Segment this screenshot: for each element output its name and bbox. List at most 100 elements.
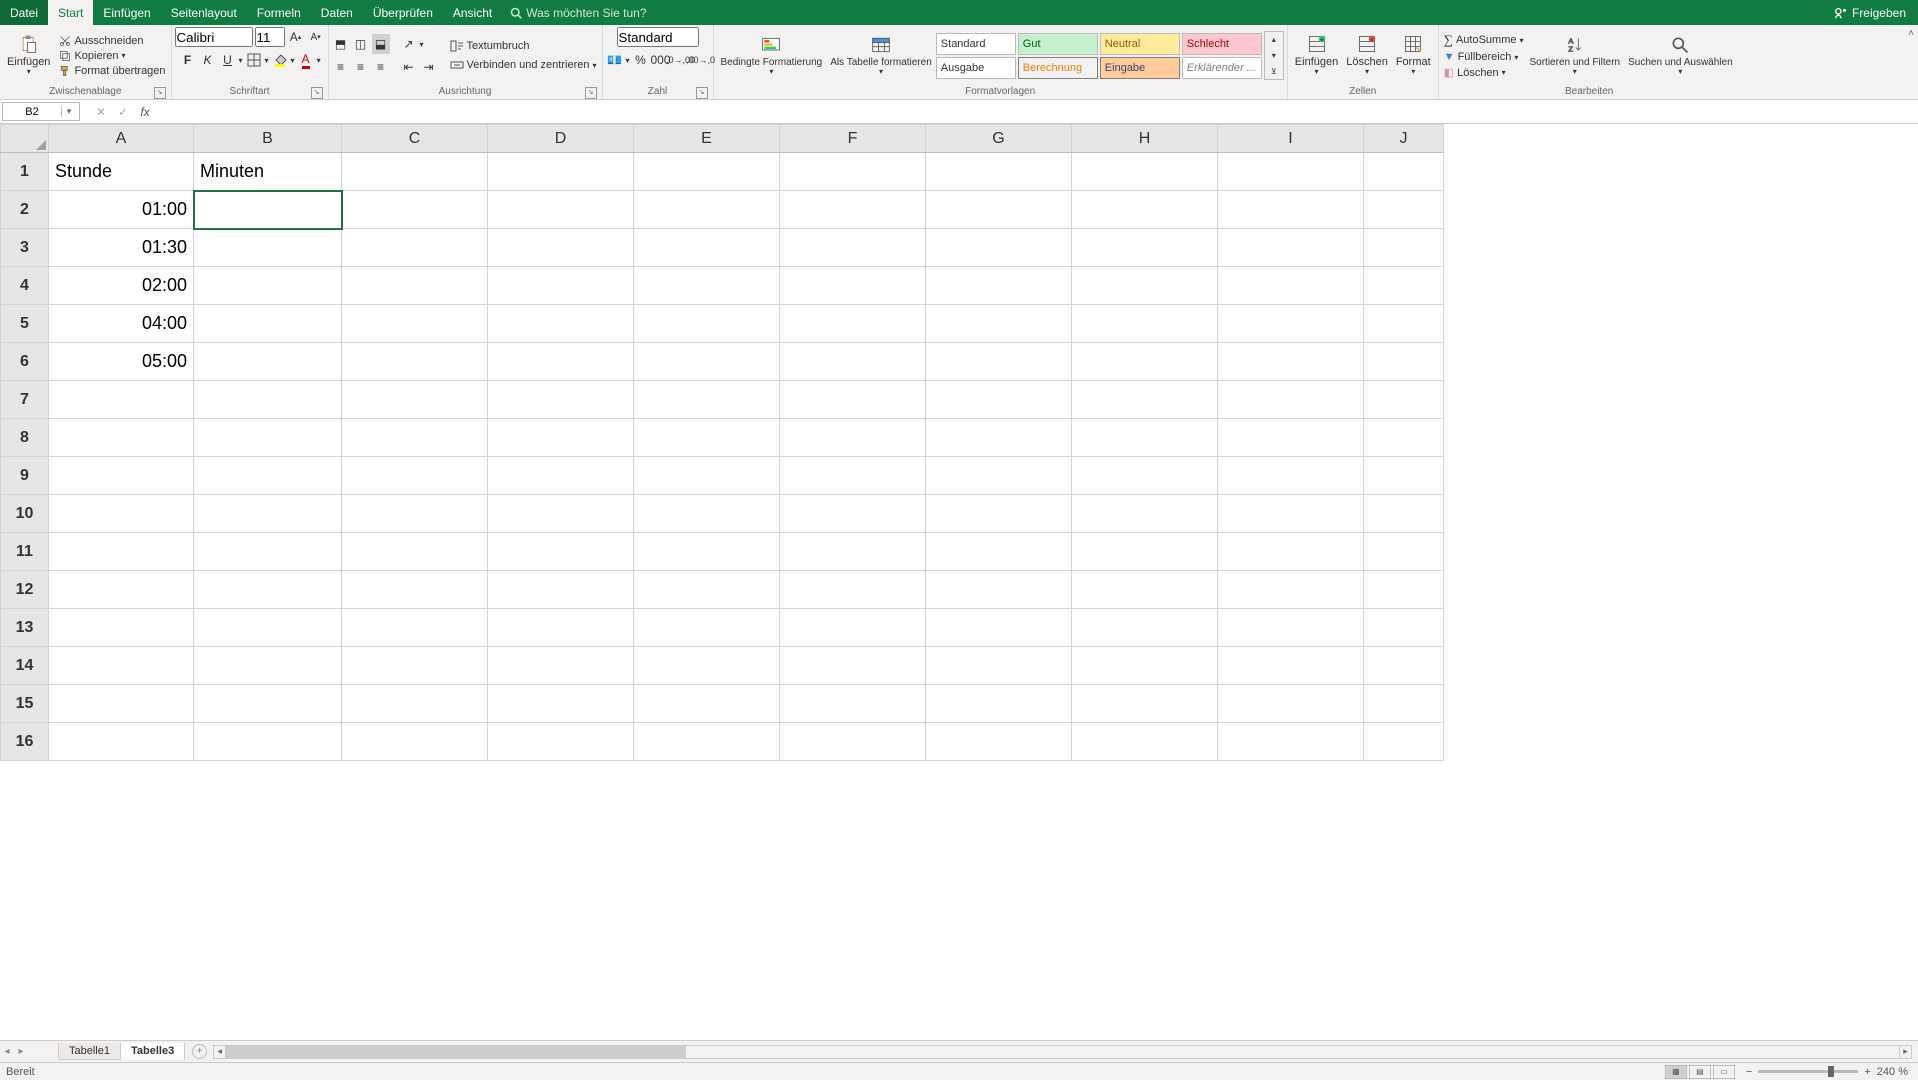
row-header-7[interactable]: 7 — [1, 381, 49, 419]
cell-F12[interactable] — [780, 571, 926, 609]
cell-J16[interactable] — [1364, 723, 1444, 761]
cell-D11[interactable] — [488, 533, 634, 571]
decrease-indent-icon[interactable]: ⇤ — [400, 57, 418, 77]
cell-E4[interactable] — [634, 267, 780, 305]
align-center-icon[interactable]: ≡ — [352, 57, 370, 77]
tab-start[interactable]: Start — [48, 0, 93, 25]
cell-I7[interactable] — [1218, 381, 1364, 419]
cancel-formula-button[interactable]: ✕ — [90, 102, 112, 121]
cell-G14[interactable] — [926, 647, 1072, 685]
style-ausgabe[interactable]: Ausgabe — [936, 57, 1016, 79]
cell-B2[interactable] — [194, 191, 342, 229]
align-middle-icon[interactable]: ◫ — [352, 34, 370, 54]
alignment-launcher[interactable]: ↘ — [585, 87, 597, 99]
scroll-left-icon[interactable]: ◂ — [214, 1046, 226, 1058]
cell-E6[interactable] — [634, 343, 780, 381]
cell-C6[interactable] — [342, 343, 488, 381]
find-select-button[interactable]: Suchen und Auswählen▾ — [1624, 33, 1737, 79]
cell-A12[interactable] — [49, 571, 194, 609]
tab-einfuegen[interactable]: Einfügen — [93, 0, 160, 25]
cell-G5[interactable] — [926, 305, 1072, 343]
formula-input[interactable] — [156, 100, 1918, 123]
cell-J2[interactable] — [1364, 191, 1444, 229]
cell-B8[interactable] — [194, 419, 342, 457]
cell-F2[interactable] — [780, 191, 926, 229]
cell-I3[interactable] — [1218, 229, 1364, 267]
cell-I13[interactable] — [1218, 609, 1364, 647]
column-header-J[interactable]: J — [1364, 125, 1444, 153]
sheet-nav-prev[interactable]: ▸ — [14, 1046, 28, 1057]
cell-G3[interactable] — [926, 229, 1072, 267]
align-right-icon[interactable]: ≡ — [372, 57, 390, 77]
row-header-2[interactable]: 2 — [1, 191, 49, 229]
cell-J5[interactable] — [1364, 305, 1444, 343]
cell-E10[interactable] — [634, 495, 780, 533]
row-header-13[interactable]: 13 — [1, 609, 49, 647]
cell-A5[interactable]: 04:00 — [49, 305, 194, 343]
cell-H5[interactable] — [1072, 305, 1218, 343]
cell-C15[interactable] — [342, 685, 488, 723]
tab-ueberpruefen[interactable]: Überprüfen — [363, 0, 443, 25]
row-header-6[interactable]: 6 — [1, 343, 49, 381]
view-page-layout-icon[interactable]: ▤ — [1689, 1065, 1711, 1079]
cell-C8[interactable] — [342, 419, 488, 457]
style-eingabe[interactable]: Eingabe — [1100, 57, 1180, 79]
cell-H14[interactable] — [1072, 647, 1218, 685]
cell-G4[interactable] — [926, 267, 1072, 305]
cell-B6[interactable] — [194, 343, 342, 381]
cell-D3[interactable] — [488, 229, 634, 267]
cell-B10[interactable] — [194, 495, 342, 533]
cell-H8[interactable] — [1072, 419, 1218, 457]
cell-D15[interactable] — [488, 685, 634, 723]
cell-D14[interactable] — [488, 647, 634, 685]
cell-styles-gallery[interactable]: Standard Gut Neutral Schlecht Ausgabe Be… — [936, 33, 1262, 79]
cell-G13[interactable] — [926, 609, 1072, 647]
row-header-4[interactable]: 4 — [1, 267, 49, 305]
cell-B4[interactable] — [194, 267, 342, 305]
cell-D5[interactable] — [488, 305, 634, 343]
cell-F8[interactable] — [780, 419, 926, 457]
row-header-15[interactable]: 15 — [1, 685, 49, 723]
cell-J12[interactable] — [1364, 571, 1444, 609]
cell-C13[interactable] — [342, 609, 488, 647]
cell-H12[interactable] — [1072, 571, 1218, 609]
column-header-G[interactable]: G — [926, 125, 1072, 153]
cell-A4[interactable]: 02:00 — [49, 267, 194, 305]
cell-J9[interactable] — [1364, 457, 1444, 495]
tab-ansicht[interactable]: Ansicht — [443, 0, 502, 25]
format-as-table-button[interactable]: Als Tabelle formatieren▾ — [826, 33, 936, 79]
tab-seitenlayout[interactable]: Seitenlayout — [161, 0, 247, 25]
cell-F9[interactable] — [780, 457, 926, 495]
cell-B3[interactable] — [194, 229, 342, 267]
zoom-slider[interactable] — [1758, 1070, 1858, 1073]
cell-C1[interactable] — [342, 153, 488, 191]
underline-button[interactable]: U — [219, 50, 237, 70]
cell-D8[interactable] — [488, 419, 634, 457]
cell-H10[interactable] — [1072, 495, 1218, 533]
cell-G7[interactable] — [926, 381, 1072, 419]
cell-E11[interactable] — [634, 533, 780, 571]
column-header-C[interactable]: C — [342, 125, 488, 153]
cell-I5[interactable] — [1218, 305, 1364, 343]
row-header-11[interactable]: 11 — [1, 533, 49, 571]
cell-E14[interactable] — [634, 647, 780, 685]
cell-E3[interactable] — [634, 229, 780, 267]
style-gut[interactable]: Gut — [1018, 33, 1098, 55]
cell-B15[interactable] — [194, 685, 342, 723]
cell-D10[interactable] — [488, 495, 634, 533]
cell-B13[interactable] — [194, 609, 342, 647]
cell-B12[interactable] — [194, 571, 342, 609]
cell-B16[interactable] — [194, 723, 342, 761]
align-left-icon[interactable]: ≡ — [332, 57, 350, 77]
cell-A8[interactable] — [49, 419, 194, 457]
copy-button[interactable]: Kopieren▾ — [57, 49, 167, 63]
sheet-tab-tabelle3[interactable]: Tabelle3 — [120, 1043, 185, 1060]
cell-G16[interactable] — [926, 723, 1072, 761]
cell-F7[interactable] — [780, 381, 926, 419]
paste-button[interactable]: Einfügen▾ — [3, 32, 54, 79]
cell-F6[interactable] — [780, 343, 926, 381]
cell-F13[interactable] — [780, 609, 926, 647]
sort-filter-button[interactable]: AZSortieren und Filtern▾ — [1526, 33, 1625, 79]
column-header-H[interactable]: H — [1072, 125, 1218, 153]
cell-C12[interactable] — [342, 571, 488, 609]
